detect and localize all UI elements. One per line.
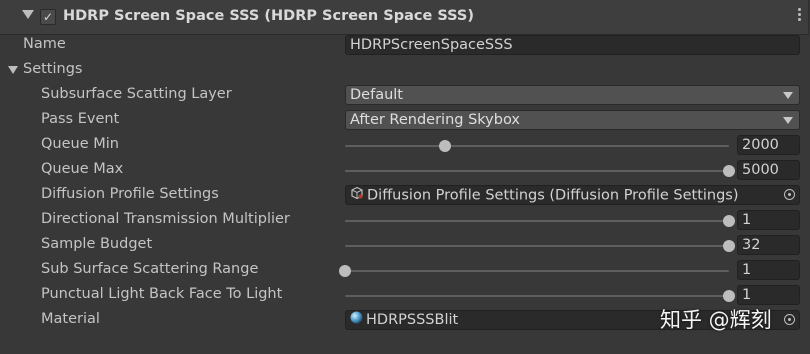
subsurface-layer-value: Default [350, 87, 403, 103]
diffusion-profile-value: Diffusion Profile Settings (Diffusion Pr… [367, 187, 739, 204]
object-picker-icon[interactable] [784, 314, 795, 325]
scattering-range-row: Sub Surface Scattering Range 1 [0, 258, 810, 283]
subsurface-layer-dropdown[interactable]: Default [345, 85, 800, 105]
queue-max-slider-thumb[interactable] [723, 165, 735, 177]
directional-transmission-slider-thumb[interactable] [723, 215, 735, 227]
directional-transmission-slider-track[interactable] [345, 215, 735, 227]
queue-min-label: Queue Min [41, 136, 119, 152]
scattering-range-input[interactable]: 1 [737, 260, 800, 280]
queue-min-slider-track[interactable] [345, 140, 729, 152]
watermark: 知乎 @辉刻 [660, 308, 772, 332]
kebab-menu-icon[interactable] [792, 6, 806, 26]
component-title: HDRP Screen Space SSS (HDRP Screen Space… [63, 8, 475, 24]
sample-budget-row: Sample Budget 32 [0, 233, 810, 258]
directional-transmission-row: Directional Transmission Multiplier 1 [0, 208, 810, 233]
name-row: Name HDRPScreenSpaceSSS [0, 33, 810, 58]
sample-budget-input[interactable]: 32 [737, 235, 800, 255]
settings-foldout[interactable]: Settings [0, 58, 810, 83]
scriptable-object-icon [350, 186, 364, 204]
sample-budget-slider-track[interactable] [345, 240, 735, 252]
queue-max-slider-track[interactable] [345, 165, 735, 177]
name-label: Name [23, 36, 66, 52]
pass-event-value: After Rendering Skybox [350, 112, 520, 128]
queue-min-slider-thumb[interactable] [438, 140, 451, 152]
queue-min-row: Queue Min 2000 [0, 133, 810, 158]
subsurface-layer-row: Subsurface Scatting Layer Default [0, 83, 810, 108]
diffusion-profile-label: Diffusion Profile Settings [41, 186, 219, 202]
directional-transmission-input[interactable]: 1 [737, 210, 800, 230]
chevron-down-icon [783, 92, 793, 99]
object-picker-icon[interactable] [784, 189, 795, 200]
pass-event-dropdown[interactable]: After Rendering Skybox [345, 110, 800, 130]
material-sphere-icon [350, 311, 363, 329]
scattering-range-label: Sub Surface Scattering Range [41, 261, 259, 277]
queue-max-input[interactable]: 5000 [737, 160, 800, 180]
name-input[interactable]: HDRPScreenSpaceSSS [345, 35, 800, 55]
pass-event-row: Pass Event After Rendering Skybox [0, 108, 810, 133]
foldout-arrow-icon[interactable] [22, 10, 34, 19]
settings-label: Settings [23, 61, 83, 77]
pass-event-label: Pass Event [41, 111, 120, 127]
directional-transmission-label: Directional Transmission Multiplier [41, 211, 290, 227]
punctual-light-input[interactable]: 1 [737, 285, 800, 305]
component-enabled-checkbox[interactable]: ✓ [40, 9, 56, 25]
punctual-light-slider-thumb[interactable] [723, 290, 735, 302]
queue-min-input[interactable]: 2000 [737, 135, 800, 155]
diffusion-profile-object-field[interactable]: Diffusion Profile Settings (Diffusion Pr… [345, 185, 800, 205]
sample-budget-slider-thumb[interactable] [723, 240, 735, 252]
sample-budget-label: Sample Budget [41, 236, 153, 252]
material-value: HDRPSSSBlit [366, 312, 459, 328]
diffusion-profile-row: Diffusion Profile Settings Diffusion Pro… [0, 183, 810, 208]
punctual-light-label: Punctual Light Back Face To Light [41, 286, 283, 302]
chevron-down-icon [783, 117, 793, 124]
punctual-light-slider-track[interactable] [345, 290, 735, 302]
scattering-range-slider-track[interactable] [339, 265, 729, 277]
subsurface-layer-label: Subsurface Scatting Layer [41, 86, 232, 102]
material-label: Material [41, 311, 100, 327]
settings-foldout-arrow-icon[interactable] [8, 66, 18, 74]
scattering-range-slider-thumb[interactable] [339, 265, 351, 277]
component-header[interactable]: ✓ HDRP Screen Space SSS (HDRP Screen Spa… [0, 0, 809, 35]
queue-max-label: Queue Max [41, 161, 124, 177]
queue-max-row: Queue Max 5000 [0, 158, 810, 183]
